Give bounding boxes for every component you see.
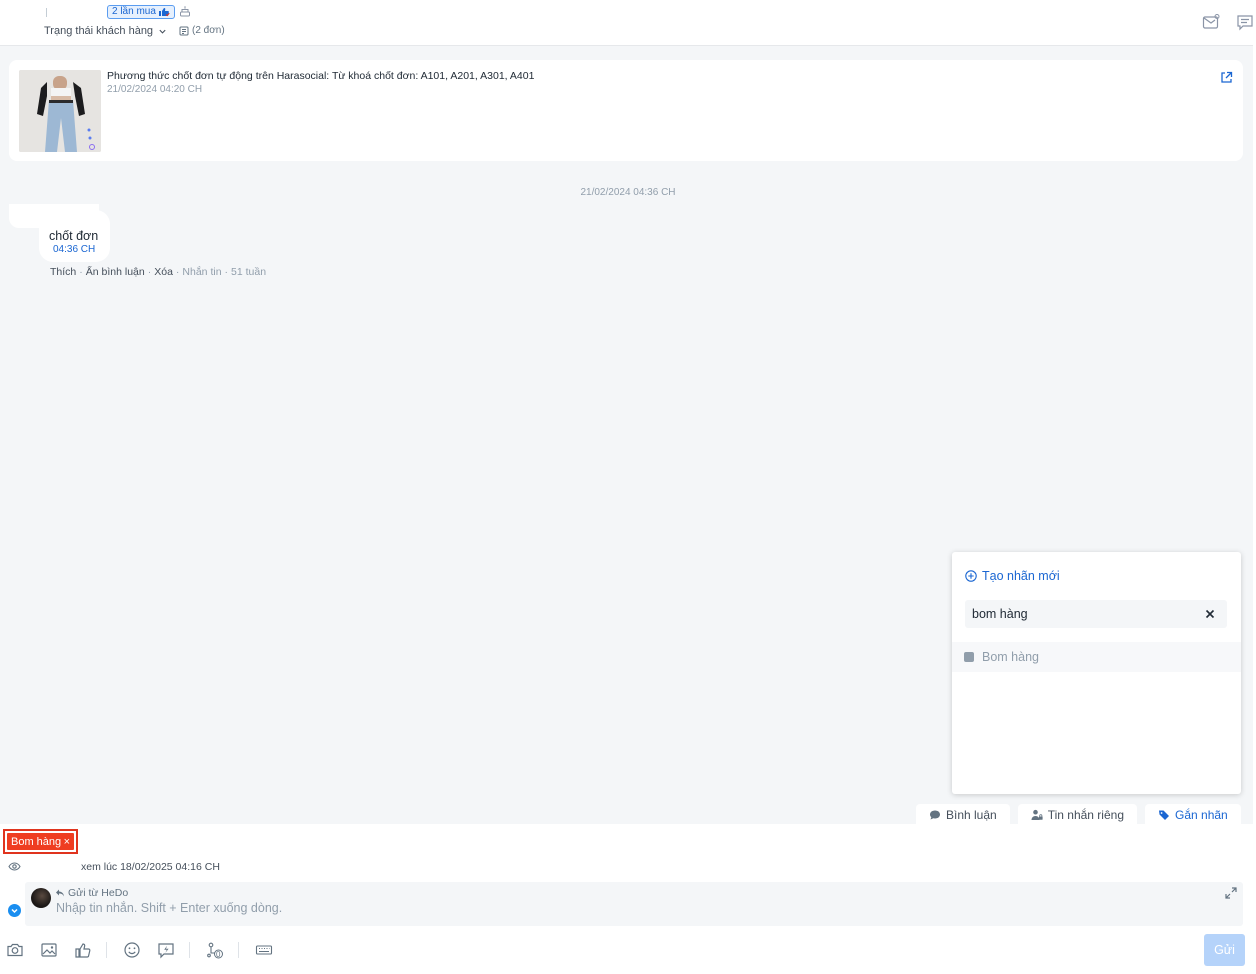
post-thumbnail[interactable]: [19, 70, 101, 152]
orders-count-label: (2 đơn): [192, 25, 225, 36]
tab-private-message[interactable]: Tin nhắn riêng: [1017, 804, 1137, 825]
composer-tabs: Bình luận Tin nhắn riêng Gắn nhãn: [916, 804, 1241, 825]
create-label-button[interactable]: Tạo nhãn mới: [965, 569, 1060, 583]
label-search-input[interactable]: [965, 607, 1195, 621]
toolbar-divider: [238, 942, 239, 958]
orders-count[interactable]: (2 đơn): [179, 25, 225, 36]
like-sticker-icon[interactable]: [74, 941, 92, 959]
comment-time: 04:36 CH: [53, 244, 96, 255]
chevron-down-icon: [158, 27, 167, 36]
close-icon[interactable]: [1205, 609, 1215, 619]
purchase-count-label: 2 lần mua: [112, 6, 156, 17]
label-option-name: Bom hàng: [982, 650, 1039, 664]
message-input-box: Gửi từ HeDo: [25, 882, 1243, 926]
action-separator: ·: [79, 266, 83, 278]
template-count: 0: [216, 950, 221, 959]
comment-actions: Thích · Ẩn bình luận · Xóa · Nhắn tin · …: [50, 266, 266, 278]
tab-assign-label-label: Gắn nhãn: [1175, 807, 1228, 822]
customer-status-label: Trạng thái khách hàng: [44, 25, 154, 37]
purchase-count-badge: 2 lần mua: [107, 5, 175, 19]
comment-bubble: chốt đơn 04:36 CH: [39, 210, 110, 262]
remove-tag-icon[interactable]: ×: [64, 836, 70, 848]
thumbs-up-icon: [158, 7, 170, 17]
comment-text: chốt đơn: [49, 229, 99, 243]
comment-age: 51 tuần: [231, 266, 267, 278]
reply-icon: [55, 888, 65, 898]
selected-tag-chip: Bom hàng ×: [7, 833, 74, 850]
conversation-header: 2 lần mua Trạng thái khách hàng (2 đơn): [0, 0, 1256, 46]
customer-status-dropdown[interactable]: Trạng thái khách hàng: [44, 24, 167, 38]
post-time: 21/02/2024 04:20 CH: [107, 84, 203, 95]
seen-status: xem lúc 18/02/2025 04:16 CH: [8, 860, 220, 873]
date-separator: 21/02/2024 04:36 CH: [580, 187, 676, 198]
keyboard-icon[interactable]: [255, 941, 273, 959]
send-button[interactable]: Gửi: [1204, 934, 1245, 966]
order-list-icon: [179, 26, 189, 36]
quick-reply-icon[interactable]: [157, 941, 175, 959]
camera-icon[interactable]: [6, 941, 24, 959]
mail-icon[interactable]: [1202, 13, 1220, 31]
header-divider: [46, 8, 47, 17]
user-lock-icon: [1031, 809, 1043, 821]
sender-info: Gửi từ HeDo: [55, 887, 128, 899]
collapse-icon[interactable]: [8, 904, 21, 917]
comment-bubble-icon: [929, 809, 941, 821]
eye-icon: [8, 860, 21, 873]
external-link-icon[interactable]: [1220, 71, 1233, 84]
action-separator: ·: [175, 266, 180, 278]
product-template-icon[interactable]: 0: [206, 941, 224, 959]
label-color-swatch: [964, 652, 974, 662]
tab-comment[interactable]: Bình luận: [916, 804, 1010, 825]
seen-time: xem lúc 18/02/2025 04:16 CH: [81, 860, 220, 873]
sender-label: Gửi từ HeDo: [68, 887, 129, 899]
plus-circle-icon: [965, 570, 977, 582]
like-action[interactable]: Thích: [50, 266, 76, 278]
label-option[interactable]: Bom hàng: [952, 642, 1241, 672]
label-dropdown-panel: Tạo nhãn mới Bom hàng: [952, 552, 1241, 794]
birthday-cake-icon: [179, 5, 191, 17]
notes-icon[interactable]: [1236, 13, 1254, 31]
post-title: Phương thức chốt đơn tự động trên Haraso…: [107, 70, 535, 82]
emoji-icon[interactable]: [123, 941, 141, 959]
selected-tags: Bom hàng ×: [3, 829, 78, 854]
sender-avatar: [31, 888, 51, 908]
expand-icon[interactable]: [1225, 887, 1237, 899]
action-separator: ·: [147, 266, 152, 278]
message-composer: Bom hàng × xem lúc 18/02/2025 04:16 CH G…: [0, 824, 1256, 974]
inbox-action[interactable]: Nhắn tin: [182, 266, 221, 278]
selected-tag-label: Bom hàng: [11, 835, 62, 848]
action-separator: ·: [224, 266, 229, 278]
toolbar-divider: [189, 942, 190, 958]
create-label-text: Tạo nhãn mới: [982, 569, 1060, 583]
tag-icon: [1158, 809, 1170, 821]
tab-comment-label: Bình luận: [946, 807, 997, 822]
delete-action[interactable]: Xóa: [154, 266, 173, 278]
post-card: Phương thức chốt đơn tự động trên Haraso…: [9, 60, 1243, 161]
image-icon[interactable]: [40, 941, 58, 959]
hide-comment-action[interactable]: Ẩn bình luận: [86, 266, 145, 278]
tab-private-message-label: Tin nhắn riêng: [1047, 807, 1124, 822]
toolbar-divider: [106, 942, 107, 958]
label-search-box: [965, 600, 1227, 628]
message-input[interactable]: [56, 901, 1206, 915]
composer-toolbar: 0: [6, 941, 273, 959]
tab-assign-label[interactable]: Gắn nhãn: [1145, 804, 1241, 825]
